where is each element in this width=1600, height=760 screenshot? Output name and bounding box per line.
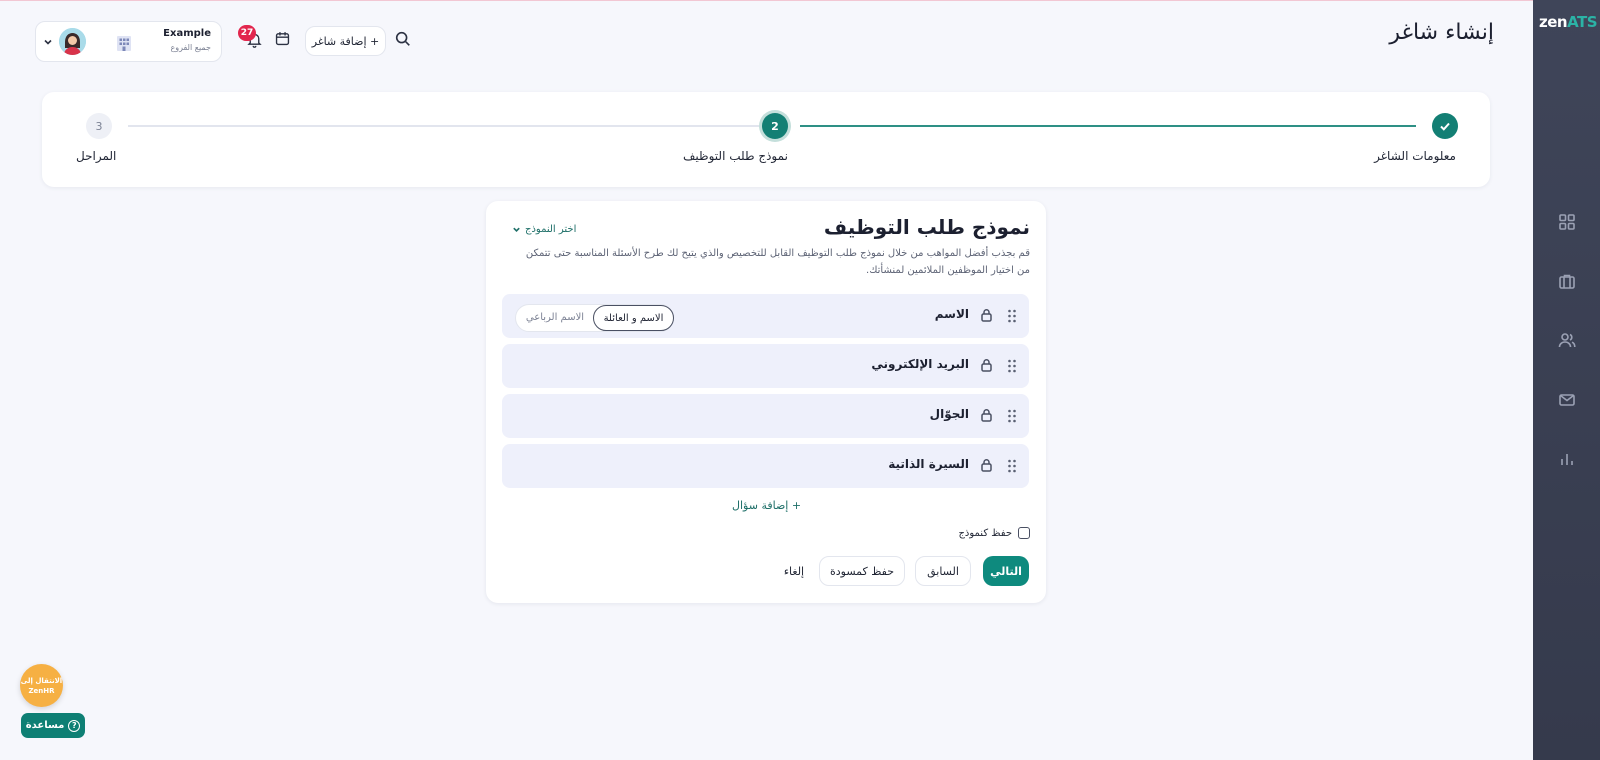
switch-to-zenhr-button[interactable]: الانتقال إلى ZenHR xyxy=(20,664,63,707)
company-switcher[interactable]: Example جميع الفروع xyxy=(35,21,222,62)
question-mark-icon: ? xyxy=(68,719,81,732)
company-name: Example xyxy=(163,28,211,39)
option-first-last-name[interactable]: الاسم و العائلة xyxy=(593,305,674,331)
question-label: البريد الإلكتروني xyxy=(871,357,969,371)
drag-handle-icon[interactable] xyxy=(1007,359,1017,373)
lock-icon xyxy=(980,358,993,372)
next-button[interactable]: التالي xyxy=(983,556,1029,586)
cancel-button[interactable]: إلغاء xyxy=(779,556,809,586)
question-label: السيرة الذاتية xyxy=(888,457,969,471)
step-connector-pending xyxy=(128,125,776,127)
question-label: الجوّال xyxy=(929,407,969,421)
step-1-label: معلومات الشاغر xyxy=(1374,149,1456,163)
search-icon[interactable] xyxy=(394,30,414,50)
save-template-label: حفظ كنموذج xyxy=(958,527,1012,539)
option-full-name[interactable]: الاسم الرباعي xyxy=(516,305,594,331)
application-form-card: نموذج طلب التوظيف اختر النموذج قم بجذب أ… xyxy=(486,201,1046,603)
save-as-template[interactable]: حفظ كنموذج xyxy=(958,527,1030,539)
step-3-label: المراحل xyxy=(76,149,117,163)
choose-template-label: اختر النموذج xyxy=(525,224,577,235)
building-icon xyxy=(114,33,134,53)
chevron-down-icon xyxy=(513,227,520,232)
question-row-resume[interactable]: السيرة الذاتية xyxy=(502,444,1029,488)
top-accent-line xyxy=(0,0,1533,1)
drag-handle-icon[interactable] xyxy=(1007,409,1017,423)
drag-handle-icon[interactable] xyxy=(1007,309,1017,323)
save-draft-button[interactable]: حفظ كمسودة xyxy=(819,556,905,586)
lock-icon xyxy=(980,458,993,472)
chart-icon[interactable] xyxy=(1557,449,1577,469)
lock-icon xyxy=(980,308,993,322)
form-title: نموذج طلب التوظيف xyxy=(823,215,1030,239)
help-label: مساعدة xyxy=(25,720,65,731)
add-question-button[interactable]: + إضافة سؤال xyxy=(732,499,801,512)
help-button[interactable]: ? مساعدة xyxy=(21,713,85,738)
choose-template-dropdown[interactable]: اختر النموذج xyxy=(512,224,576,235)
notification-badge: 27 xyxy=(238,25,256,41)
sidebar: zenATS xyxy=(1533,0,1600,760)
question-row-email[interactable]: البريد الإلكتروني xyxy=(502,344,1029,388)
company-branches: جميع الفروع xyxy=(170,43,211,52)
question-row-name[interactable]: الاسم الاسم الرباعي الاسم و العائلة xyxy=(502,294,1029,338)
save-template-checkbox[interactable] xyxy=(1018,527,1030,539)
mail-icon[interactable] xyxy=(1557,390,1577,410)
users-icon[interactable] xyxy=(1557,330,1577,350)
question-row-mobile[interactable]: الجوّال xyxy=(502,394,1029,438)
add-vacancy-button[interactable]: + إضافة شاغر xyxy=(305,26,386,56)
zenhr-line2: ZenHR xyxy=(28,686,55,695)
step-3-number: 3 xyxy=(86,113,112,139)
previous-button[interactable]: السابق xyxy=(915,556,971,586)
page-title: إنشاء شاغر xyxy=(1389,20,1494,45)
question-label: الاسم xyxy=(934,307,969,321)
calendar-icon[interactable] xyxy=(274,30,292,48)
zenhr-line1: الانتقال إلى xyxy=(20,676,63,685)
chevron-down-icon xyxy=(42,36,54,48)
step-2-label: نموذج طلب التوظيف xyxy=(683,149,788,163)
app-logo[interactable]: zenATS xyxy=(1539,13,1598,31)
name-format-toggle: الاسم الرباعي الاسم و العائلة xyxy=(515,304,674,332)
form-description: قم بجذب أفضل المواهب من خلال نموذج طلب ا… xyxy=(525,248,1030,276)
stepper: معلومات الشاغر 2 نموذج طلب التوظيف 3 الم… xyxy=(42,92,1490,187)
drag-handle-icon[interactable] xyxy=(1007,459,1017,473)
dashboard-icon[interactable] xyxy=(1557,212,1577,232)
add-vacancy-label: + إضافة شاغر xyxy=(311,34,380,48)
lock-icon xyxy=(980,408,993,422)
briefcase-icon[interactable] xyxy=(1557,271,1577,291)
step-1-check-icon xyxy=(1432,113,1458,139)
step-connector-done xyxy=(800,125,1416,127)
step-2-number: 2 xyxy=(762,113,788,139)
avatar[interactable] xyxy=(59,28,86,55)
